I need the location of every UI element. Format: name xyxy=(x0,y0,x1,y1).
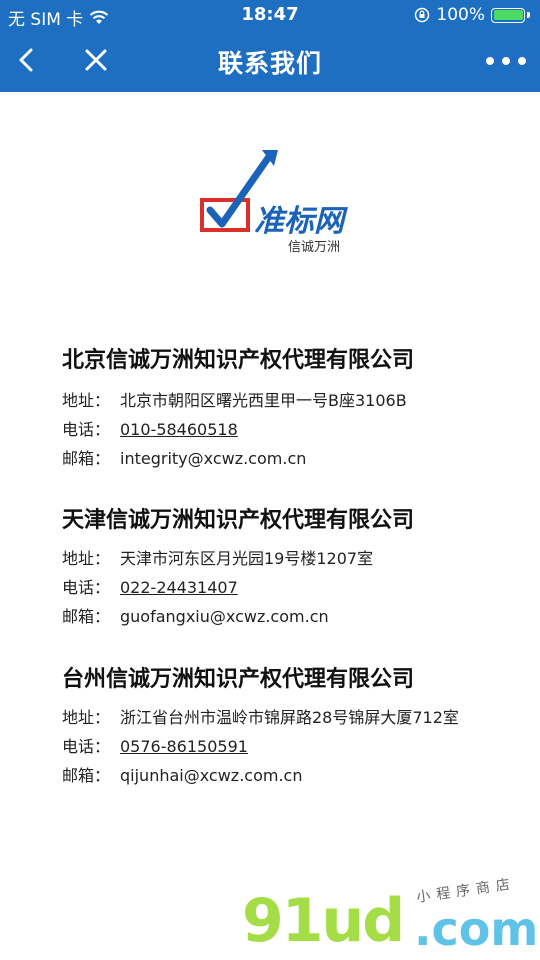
battery-icon xyxy=(491,7,525,23)
page-title: 联系我们 xyxy=(217,49,322,78)
logo-slogan: 信诚万洲 xyxy=(288,240,341,255)
phone-link[interactable]: 010-58460518 xyxy=(120,415,238,444)
email-value: qijunhai@xcwz.com.cn xyxy=(120,766,303,785)
status-bar: 无 SIM 卡 18:47 100% xyxy=(0,0,540,30)
email-label: 邮箱： xyxy=(62,449,111,468)
company-name: 天津信诚万洲知识产权代理有限公司 xyxy=(62,508,415,533)
address-label: 地址： xyxy=(62,391,111,410)
phone-row: 电话： 022-24431407 xyxy=(62,573,502,602)
watermark-main: 91ud xyxy=(242,886,405,956)
phone-label: 电话： xyxy=(62,420,111,439)
company-name: 北京信诚万洲知识产权代理有限公司 xyxy=(62,348,415,373)
address-label: 地址： xyxy=(62,549,111,568)
email-label: 邮箱： xyxy=(62,766,111,785)
email-value: integrity@xcwz.com.cn xyxy=(120,449,307,468)
company-card: 北京信诚万洲知识产权代理有限公司 地址： 北京市朝阳区曙光西里甲一号B座3106… xyxy=(62,346,502,473)
address-row: 地址： 浙江省台州市温岭市锦屏路28号锦屏大厦712室 xyxy=(62,703,502,732)
email-row: 邮箱： guofangxiu@xcwz.com.cn xyxy=(62,602,502,631)
email-label: 邮箱： xyxy=(62,607,111,626)
more-dot xyxy=(518,57,526,65)
watermark-domain: .com xyxy=(414,902,539,956)
header: 无 SIM 卡 18:47 100% 联系我们 xyxy=(0,0,540,92)
email-row: 邮箱： qijunhai@xcwz.com.cn xyxy=(62,761,502,790)
more-button[interactable] xyxy=(486,50,526,72)
company-card: 天津信诚万洲知识产权代理有限公司 地址： 天津市河东区月光园19号楼1207室 … xyxy=(62,506,502,631)
address-value: 天津市河东区月光园19号楼1207室 xyxy=(120,549,374,568)
phone-row: 电话： 0576-86150591 xyxy=(62,732,502,761)
address-row: 地址： 北京市朝阳区曙光西里甲一号B座3106B xyxy=(62,386,502,415)
orientation-lock-icon xyxy=(415,7,430,23)
more-dot xyxy=(502,57,510,65)
email-value: guofangxiu@xcwz.com.cn xyxy=(120,607,329,626)
phone-row: 电话： 010-58460518 xyxy=(62,415,502,444)
address-label: 地址： xyxy=(62,708,111,727)
phone-label: 电话： xyxy=(62,737,111,756)
battery-tip xyxy=(527,12,530,18)
status-right: 100% xyxy=(414,5,530,25)
nav-bar: 联系我们 xyxy=(0,30,540,92)
address-value: 北京市朝阳区曙光西里甲一号B座3106B xyxy=(120,391,407,410)
watermark: 91ud .com 小程序商店 xyxy=(240,876,540,960)
email-row: 邮箱： integrity@xcwz.com.cn xyxy=(62,444,502,473)
battery-level-fill xyxy=(493,10,523,20)
company-logo: 准标网 信诚万洲 xyxy=(196,144,346,262)
address-value: 浙江省台州市温岭市锦屏路28号锦屏大厦712室 xyxy=(120,708,459,727)
more-dot xyxy=(486,57,494,65)
phone-label: 电话： xyxy=(62,578,111,597)
logo-name: 准标网 xyxy=(254,204,344,239)
battery-percent: 100% xyxy=(436,5,485,25)
company-card: 台州信诚万洲知识产权代理有限公司 地址： 浙江省台州市温岭市锦屏路28号锦屏大厦… xyxy=(62,665,502,790)
address-row: 地址： 天津市河东区月光园19号楼1207室 xyxy=(62,544,502,573)
phone-link[interactable]: 0576-86150591 xyxy=(120,732,248,761)
company-name: 台州信诚万洲知识产权代理有限公司 xyxy=(62,667,415,692)
phone-link[interactable]: 022-24431407 xyxy=(120,573,238,602)
